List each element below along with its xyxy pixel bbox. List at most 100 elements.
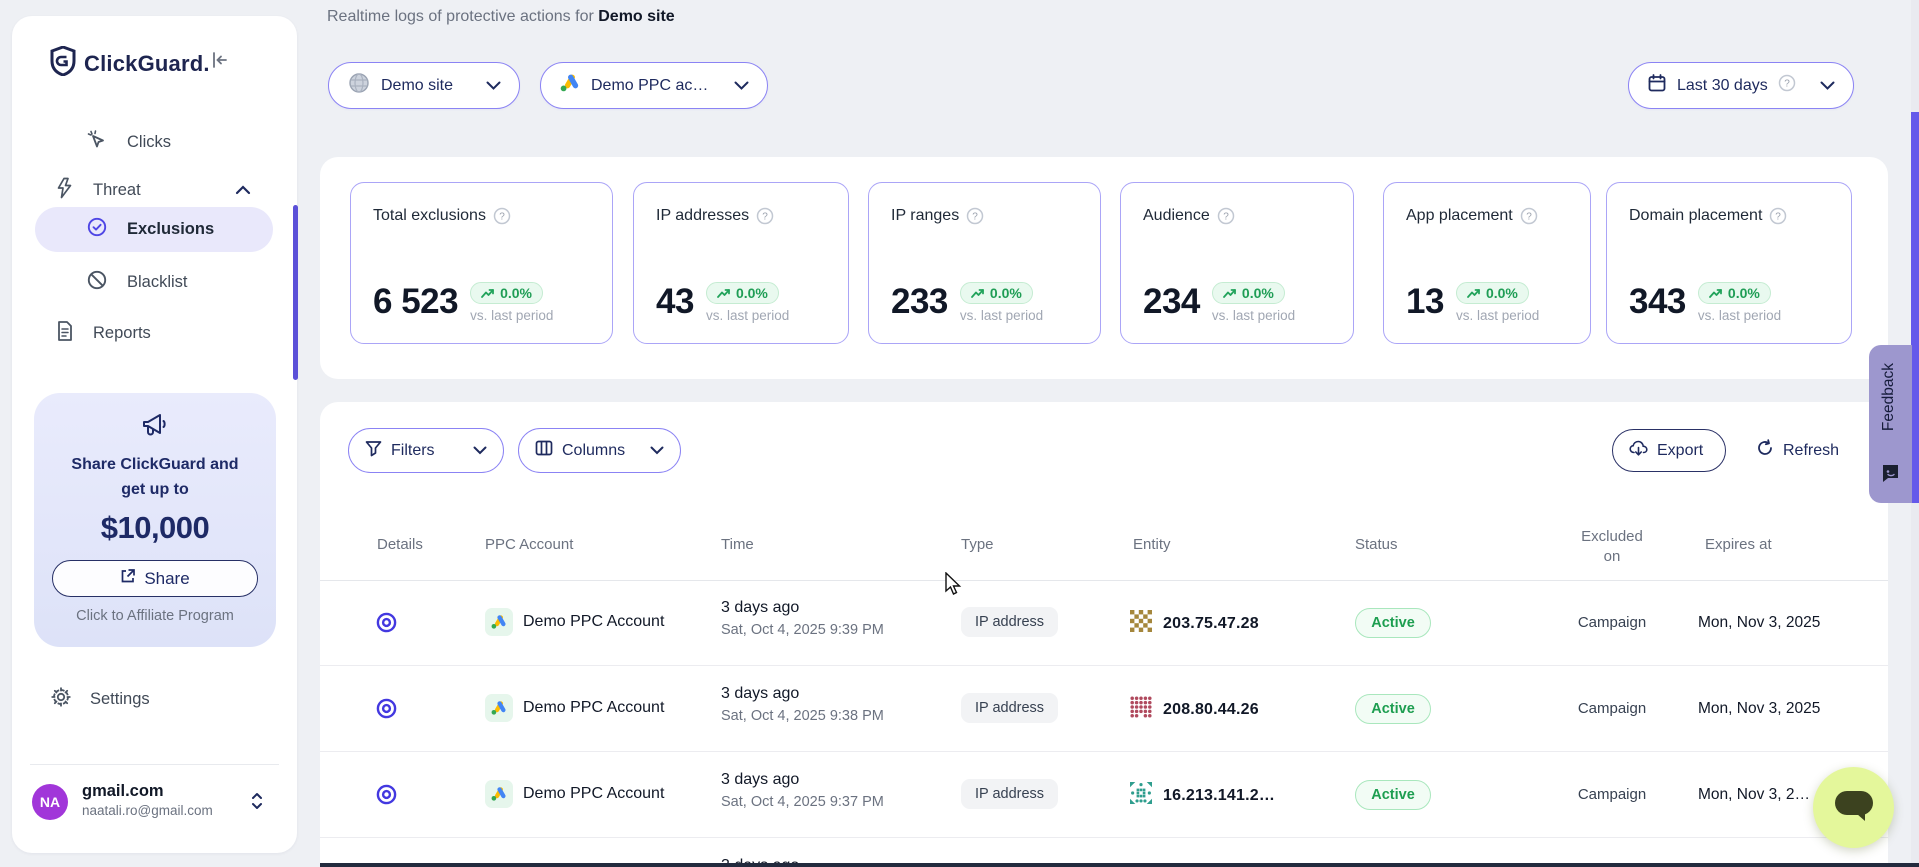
affiliate-link[interactable]: Click to Affiliate Program xyxy=(34,608,276,624)
svg-text:?: ? xyxy=(1526,212,1532,223)
chevron-down-icon xyxy=(734,77,749,95)
refresh-button-label: Refresh xyxy=(1783,442,1839,460)
column-header-entity[interactable]: Entity xyxy=(1133,536,1171,553)
trending-up-icon xyxy=(1223,288,1237,299)
stat-card-domain-placement: Domain placement? 343 0.0% vs. last peri… xyxy=(1606,182,1852,344)
entity-cell: 16.213.141.2… xyxy=(1130,782,1275,809)
chevron-sort-icon xyxy=(250,790,264,817)
sidebar-item-exclusions[interactable]: Exclusions xyxy=(12,207,297,251)
help-icon[interactable]: ? xyxy=(493,207,511,225)
help-icon[interactable]: ? xyxy=(966,207,984,225)
affiliate-share-card[interactable]: Share ClickGuard and get up to $10,000 S… xyxy=(34,393,276,647)
help-icon[interactable]: ? xyxy=(756,207,774,225)
chat-launcher-button[interactable] xyxy=(1813,767,1894,848)
time-relative: 3 days ago xyxy=(721,599,884,617)
date-range-dropdown[interactable]: Last 30 days ? xyxy=(1628,62,1854,109)
stat-label: IP ranges xyxy=(891,207,959,225)
ban-icon xyxy=(86,269,108,296)
svg-text:?: ? xyxy=(1223,212,1229,223)
sidebar-item-settings[interactable]: Settings xyxy=(12,677,297,721)
export-button[interactable]: Export xyxy=(1612,429,1726,472)
stat-card-total-exclusions: Total exclusions? 6 523 0.0% vs. last pe… xyxy=(350,182,613,344)
chevron-down-icon xyxy=(1820,77,1835,95)
column-header-ppc-account[interactable]: PPC Account xyxy=(485,536,573,553)
user-email: naatali.ro@gmail.com xyxy=(82,803,213,818)
share-button[interactable]: Share xyxy=(52,560,258,597)
time-cell: 3 days ago Sat, Oct 4, 2025 9:39 PM xyxy=(721,599,884,638)
status-badge: Active xyxy=(1355,608,1431,638)
lightning-icon xyxy=(55,177,75,204)
column-header-details[interactable]: Details xyxy=(377,536,423,553)
stat-delta-badge: 0.0% xyxy=(1212,282,1285,304)
sidebar-item-threat[interactable]: Threat xyxy=(12,168,297,212)
refresh-button[interactable]: Refresh xyxy=(1748,429,1847,472)
entity-cell: 208.80.44.26 xyxy=(1130,696,1259,723)
columns-button[interactable]: Columns xyxy=(518,428,681,473)
ppc-account-name: Demo PPC Account xyxy=(523,785,664,803)
speech-bubble-icon xyxy=(1833,788,1875,827)
ppc-account-cell: Demo PPC Account xyxy=(485,694,664,722)
stat-sub: vs. last period xyxy=(960,308,1043,323)
google-ads-icon xyxy=(485,780,513,808)
columns-icon xyxy=(535,440,553,461)
filters-button-label: Filters xyxy=(391,442,435,460)
column-header-excluded-on[interactable]: Excluded on xyxy=(1572,527,1652,567)
user-name: gmail.com xyxy=(82,782,164,801)
bottom-edge-bar xyxy=(320,863,1919,867)
user-menu[interactable]: NA gmail.com naatali.ro@gmail.com xyxy=(32,782,277,826)
type-badge: IP address xyxy=(961,607,1058,637)
subtitle-site-name: Demo site xyxy=(598,8,674,25)
details-eye-icon[interactable] xyxy=(375,611,398,639)
badge-check-icon xyxy=(86,216,108,243)
excluded-on-cell: Campaign xyxy=(1572,700,1652,717)
stat-delta-badge: 0.0% xyxy=(706,282,779,304)
time-relative: 3 days ago xyxy=(721,771,884,789)
help-icon: ? xyxy=(1778,74,1796,97)
stat-value: 343 xyxy=(1629,282,1686,322)
google-ads-icon xyxy=(485,608,513,636)
site-selector-value: Demo site xyxy=(381,77,453,95)
stat-sub: vs. last period xyxy=(1212,308,1295,323)
identicon xyxy=(1130,696,1152,723)
filters-button[interactable]: Filters xyxy=(348,428,504,473)
stat-sub: vs. last period xyxy=(470,308,553,323)
table-row: Demo PPC Account 3 days ago Sat, Oct 4, … xyxy=(320,580,1888,666)
column-header-expires-at[interactable]: Expires at xyxy=(1705,536,1772,553)
page-scrollbar-thumb[interactable] xyxy=(1911,112,1919,503)
feedback-tab[interactable]: Feedback xyxy=(1869,345,1912,503)
date-range-value: Last 30 days xyxy=(1677,77,1768,95)
ppc-account-cell: Demo PPC Account xyxy=(485,608,664,636)
chevron-down-icon xyxy=(650,442,664,460)
sidebar-item-reports[interactable]: Reports xyxy=(12,311,297,355)
identicon xyxy=(1130,610,1152,637)
external-link-icon xyxy=(120,568,136,589)
time-absolute: Sat, Oct 4, 2025 9:37 PM xyxy=(721,794,884,810)
ppc-account-cell: Demo PPC Account xyxy=(485,780,664,808)
column-header-time[interactable]: Time xyxy=(721,536,754,553)
ppc-account-name: Demo PPC Account xyxy=(523,699,664,717)
details-eye-icon[interactable] xyxy=(375,783,398,811)
column-header-type[interactable]: Type xyxy=(961,536,994,553)
help-icon[interactable]: ? xyxy=(1769,207,1787,225)
type-badge: IP address xyxy=(961,779,1058,809)
sidebar-scrollbar[interactable] xyxy=(293,205,298,380)
ppc-account-selector-dropdown[interactable]: Demo PPC ac… xyxy=(540,62,768,109)
site-selector-dropdown[interactable]: Demo site xyxy=(328,62,520,109)
cursor-click-icon xyxy=(86,129,108,156)
sidebar-item-blacklist[interactable]: Blacklist xyxy=(12,260,297,304)
help-icon[interactable]: ? xyxy=(1520,207,1538,225)
help-icon[interactable]: ? xyxy=(1217,207,1235,225)
time-absolute: Sat, Oct 4, 2025 9:39 PM xyxy=(721,622,884,638)
sidebar-item-label: Blacklist xyxy=(127,273,188,292)
sidebar-collapse-icon[interactable] xyxy=(210,50,230,75)
column-header-status[interactable]: Status xyxy=(1355,536,1398,553)
details-eye-icon[interactable] xyxy=(375,697,398,725)
clickguard-shield-icon xyxy=(50,46,76,81)
stat-card-ip-ranges: IP ranges? 233 0.0% vs. last period xyxy=(868,182,1101,344)
sidebar-item-clicks[interactable]: Clicks xyxy=(12,120,297,164)
trending-up-icon xyxy=(1709,288,1723,299)
trending-up-icon xyxy=(971,288,985,299)
stat-delta-badge: 0.0% xyxy=(960,282,1033,304)
time-cell: 3 days ago Sat, Oct 4, 2025 9:38 PM xyxy=(721,685,884,724)
svg-text:?: ? xyxy=(1776,212,1782,223)
